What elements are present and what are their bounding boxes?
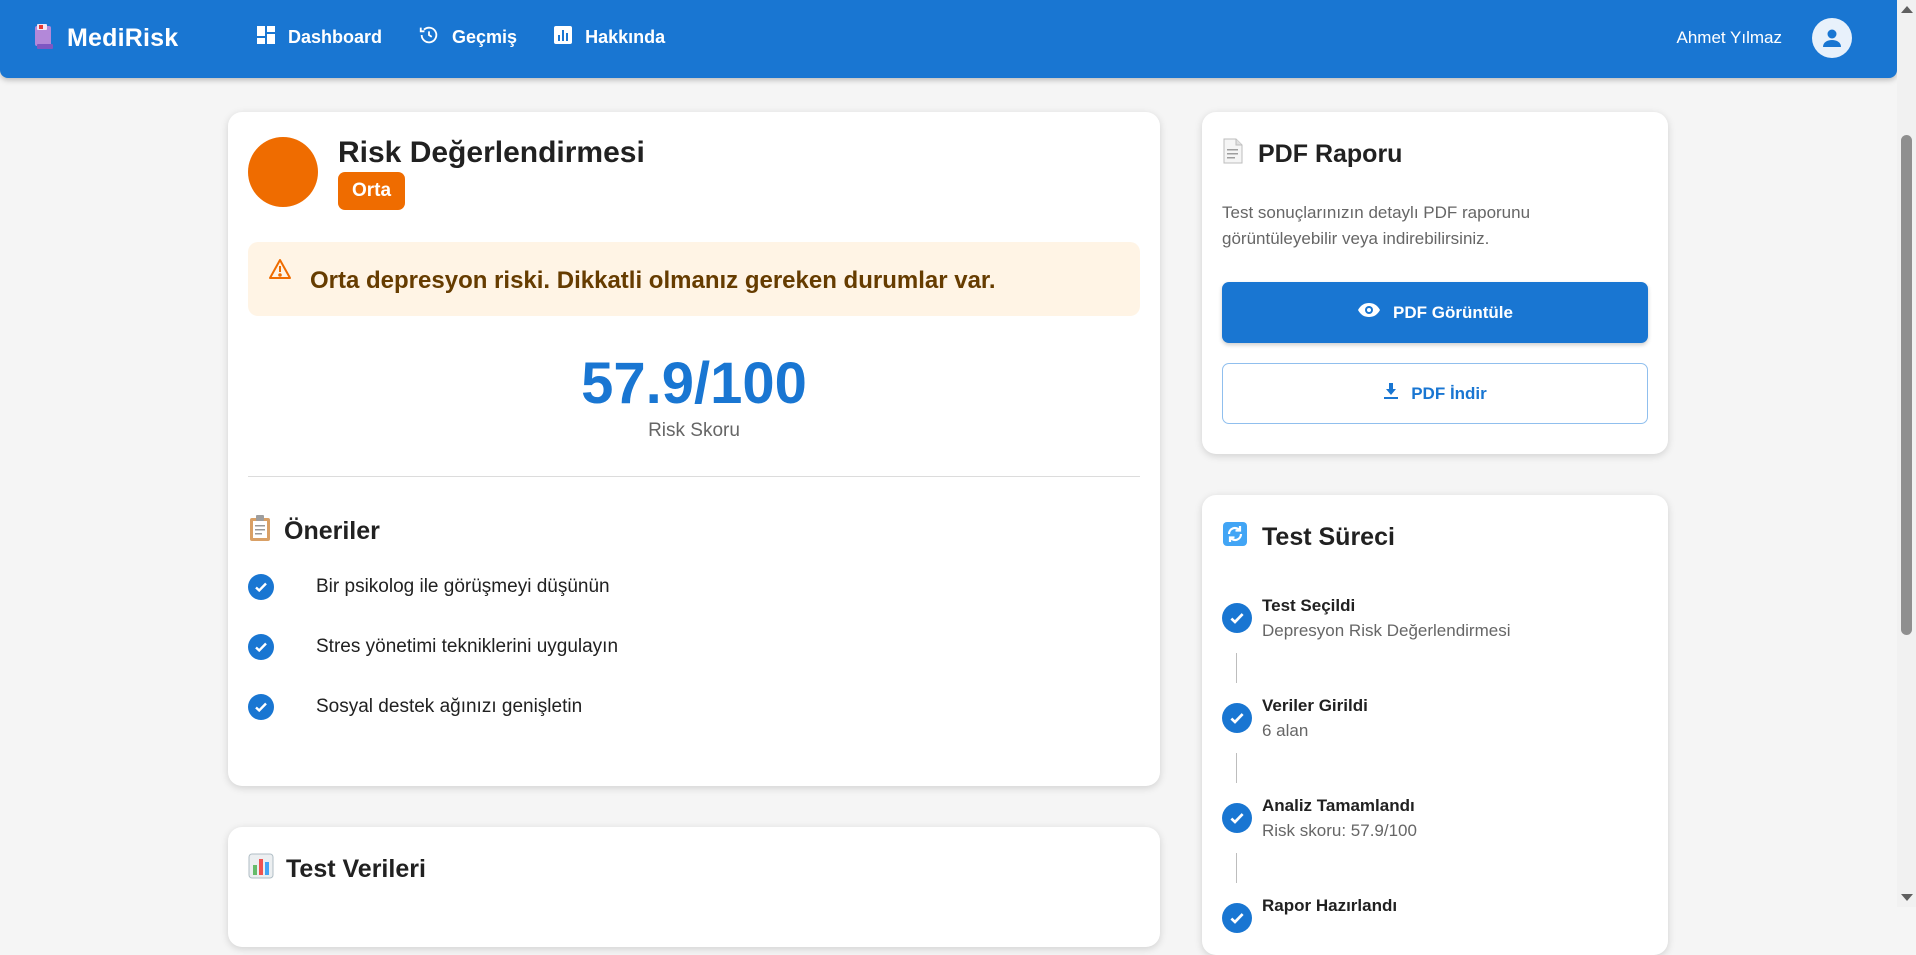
check-circle-icon — [1222, 803, 1252, 833]
risk-title: Risk Değerlendirmesi — [338, 136, 645, 169]
pdf-report-card: PDF Raporu Test sonuçlarınızın detaylı P… — [1202, 112, 1668, 454]
scrollbar-thumb[interactable] — [1901, 135, 1912, 635]
scroll-up-icon[interactable] — [1901, 6, 1913, 13]
nav-dashboard[interactable]: Dashboard — [256, 24, 382, 51]
app-header: MediRisk Dashboard Geçmiş Hakkında Ahmet… — [0, 0, 1897, 78]
user-name: Ahmet Yılmaz — [1676, 28, 1782, 47]
step-title: Rapor Hazırlandı — [1262, 896, 1398, 915]
bar-chart-icon — [248, 853, 274, 886]
check-circle-icon — [1222, 603, 1252, 633]
risk-alert: Orta depresyon riski. Dikkatli olmanız g… — [248, 242, 1140, 316]
dashboard-icon — [256, 25, 276, 50]
risk-level-badge: Orta — [338, 172, 406, 210]
test-data-title: Test Verileri — [286, 855, 426, 883]
recommendations-heading: Öneriler — [248, 514, 380, 549]
step-title: Analiz Tamamlandı — [1262, 796, 1415, 815]
step-description: Risk skoru: 57.9/100 — [1262, 821, 1417, 840]
pdf-report-title: PDF Raporu — [1258, 140, 1403, 168]
nav-history-label: Geçmiş — [452, 27, 518, 47]
download-pdf-button[interactable]: PDF İndir — [1222, 363, 1648, 424]
recommendation-text: Sosyal destek ağınızı genişletin — [316, 696, 583, 717]
risk-alert-text: Orta depresyon riski. Dikkatli olmanız g… — [310, 267, 996, 294]
step-connector — [1236, 753, 1237, 783]
check-circle-icon — [1222, 703, 1252, 733]
test-data-heading: Test Verileri — [248, 853, 426, 886]
avatar[interactable] — [1812, 18, 1852, 58]
step-description: 6 alan — [1262, 721, 1309, 740]
refresh-icon — [1222, 521, 1248, 554]
step-title: Test Seçildi — [1262, 596, 1356, 615]
view-pdf-button[interactable]: PDF Görüntüle — [1222, 282, 1648, 343]
download-pdf-label: PDF İndir — [1411, 383, 1487, 403]
step-connector — [1236, 853, 1237, 883]
step-title: Veriler Girildi — [1262, 696, 1368, 715]
test-process-card: Test Süreci Test Seçildi Depresyon Risk … — [1202, 495, 1668, 955]
recommendations-title: Öneriler — [284, 517, 380, 545]
clipboard-icon — [248, 514, 272, 549]
warning-icon — [268, 258, 292, 285]
eye-icon — [1357, 302, 1381, 323]
risk-score-label: Risk Skoru — [648, 420, 740, 441]
medirisk-logo-icon — [33, 22, 55, 55]
test-process-heading: Test Süreci — [1222, 521, 1395, 554]
chart-icon — [553, 25, 573, 50]
step-description: Depresyon Risk Değerlendirmesi — [1262, 621, 1511, 640]
scroll-down-icon[interactable] — [1901, 894, 1913, 901]
history-icon — [418, 24, 440, 51]
page-scrollbar[interactable] — [1897, 0, 1916, 907]
brand-name: MediRisk — [67, 24, 179, 52]
check-circle-icon — [248, 634, 274, 660]
user-icon — [1823, 29, 1841, 47]
main-nav: Dashboard Geçmiş Hakkında — [256, 24, 665, 51]
test-process-title: Test Süreci — [1262, 523, 1395, 551]
risk-assessment-card: Risk Değerlendirmesi Orta Orta depresyon… — [228, 112, 1160, 786]
pdf-report-description: Test sonuçlarınızın detaylı PDF raporunu… — [1222, 203, 1531, 248]
pdf-report-heading: PDF Raporu — [1222, 138, 1402, 171]
check-circle-icon — [248, 574, 274, 600]
recommendation-text: Bir psikolog ile görüşmeyi düşünün — [316, 576, 610, 597]
brand[interactable]: MediRisk — [33, 22, 178, 55]
user-menu[interactable]: Ahmet Yılmaz — [1676, 18, 1852, 58]
risk-score-value: 57.9/100 — [581, 351, 807, 416]
test-data-card: Test Verileri — [228, 827, 1160, 947]
nav-about-label: Hakkında — [585, 27, 666, 47]
download-icon — [1383, 382, 1399, 405]
nav-about[interactable]: Hakkında — [553, 24, 665, 51]
recommendation-text: Stres yönetimi tekniklerini uygulayın — [316, 636, 619, 657]
check-circle-icon — [248, 694, 274, 720]
nav-dashboard-label: Dashboard — [288, 27, 383, 47]
divider — [248, 476, 1140, 477]
risk-level-indicator — [248, 137, 318, 207]
nav-history[interactable]: Geçmiş — [418, 24, 517, 51]
view-pdf-label: PDF Görüntüle — [1393, 302, 1513, 322]
document-icon — [1222, 138, 1244, 171]
check-circle-icon — [1222, 903, 1252, 933]
step-connector — [1236, 653, 1237, 683]
